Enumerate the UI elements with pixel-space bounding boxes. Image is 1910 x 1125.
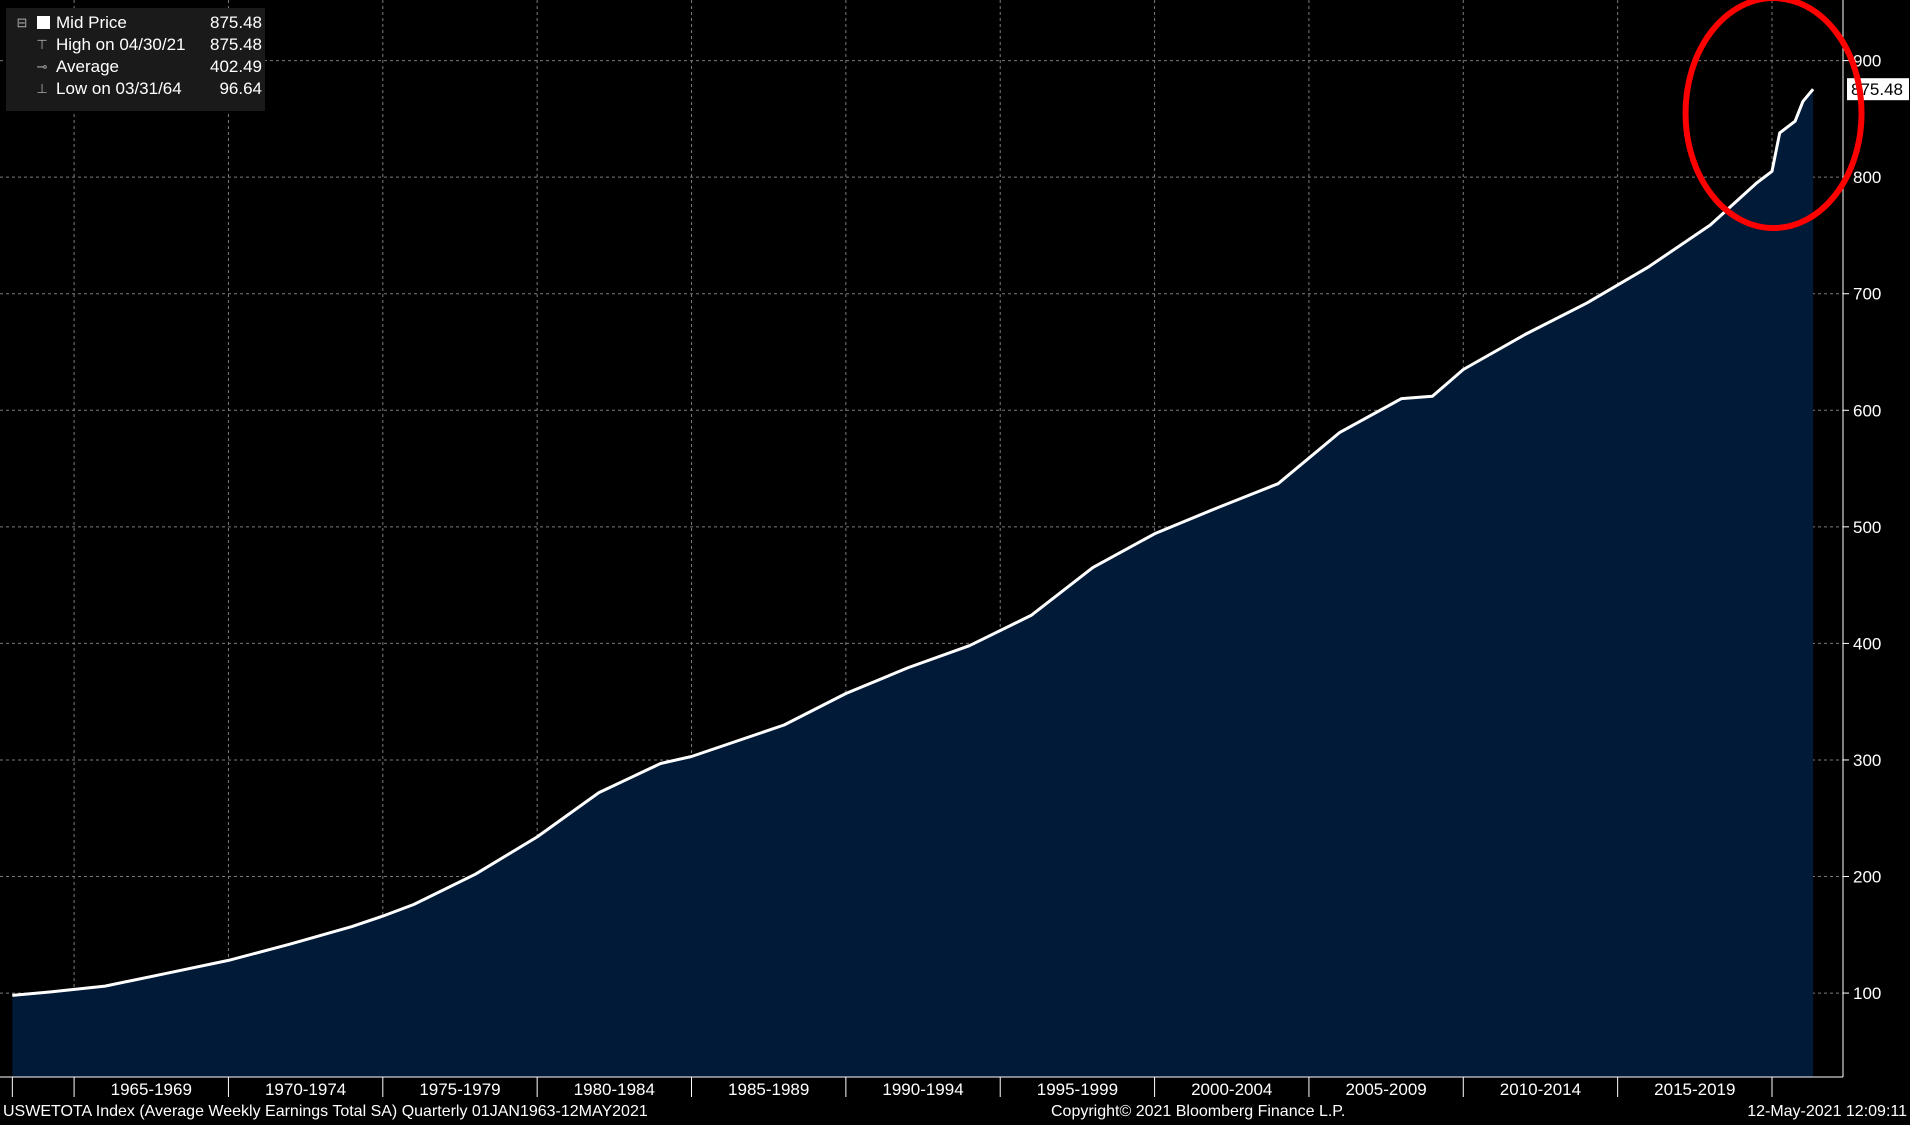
legend-series[interactable]: ⊟ Mid Price 875.48 xyxy=(12,12,262,34)
legend-high-value: 875.48 xyxy=(210,35,262,54)
y-tick-label: 500 xyxy=(1853,518,1881,537)
y-tick-label: 400 xyxy=(1853,634,1881,653)
x-tick-label: 2000-2004 xyxy=(1191,1080,1272,1099)
legend-low-label: Low on 03/31/64 xyxy=(56,79,182,98)
y-tick-label: 600 xyxy=(1853,401,1881,420)
high-marker-icon: ⊤ xyxy=(36,37,48,52)
x-tick-label: 2005-2009 xyxy=(1345,1080,1426,1099)
x-tick-label: 2010-2014 xyxy=(1500,1080,1581,1099)
legend: ⊟ Mid Price 875.48 ⊤ High on 04/30/21 87… xyxy=(6,8,265,111)
legend-series-label: Mid Price xyxy=(56,13,127,32)
y-tick-label: 700 xyxy=(1853,285,1881,304)
average-marker-icon: ⊸ xyxy=(36,59,48,74)
y-tick-label: 300 xyxy=(1853,751,1881,770)
legend-high-label: High on 04/30/21 xyxy=(56,35,186,54)
footer-copyright: Copyright© 2021 Bloomberg Finance L.P. xyxy=(1051,1103,1346,1120)
legend-low-value: 96.64 xyxy=(219,79,262,98)
y-tick-label: 100 xyxy=(1853,984,1881,1003)
legend-average-label: Average xyxy=(56,57,120,76)
collapse-icon[interactable]: ⊟ xyxy=(14,12,30,34)
legend-average: ⊸ Average 402.49 xyxy=(12,56,262,78)
x-tick-label: 1980-1984 xyxy=(574,1080,655,1099)
x-tick-label: 1985-1989 xyxy=(728,1080,809,1099)
chart: 1002003004005006007008009001965-1969 1970… xyxy=(0,0,1909,1099)
legend-average-value: 402.49 xyxy=(210,57,262,76)
x-tick-label: 2015-2019 xyxy=(1654,1080,1735,1099)
footer-timestamp: 12-May-2021 12:09:11 xyxy=(1747,1103,1907,1120)
x-tick-label: 1975-1979 xyxy=(419,1080,500,1099)
footer-security-description: USWETOTA Index (Average Weekly Earnings … xyxy=(3,1103,648,1120)
y-tick-label: 200 xyxy=(1853,868,1881,887)
legend-series-value: 875.48 xyxy=(210,13,262,32)
x-tick-label: 1970-1974 xyxy=(265,1080,346,1099)
legend-low: ⊥ Low on 03/31/64 96.64 xyxy=(12,78,262,100)
legend-high: ⊤ High on 04/30/21 875.48 xyxy=(12,34,262,56)
x-tick-label: 1965-1969 xyxy=(111,1080,192,1099)
x-tick-label: 1995-1999 xyxy=(1037,1080,1118,1099)
y-tick-label: 800 xyxy=(1853,168,1881,187)
low-marker-icon: ⊥ xyxy=(36,81,48,96)
x-tick-label: 1990-1994 xyxy=(882,1080,963,1099)
series-area xyxy=(12,89,1814,1077)
series-color-swatch xyxy=(37,16,50,29)
